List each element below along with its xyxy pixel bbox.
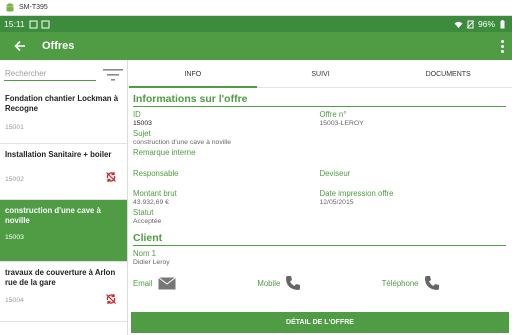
gross-amount-label: Montant brut [133, 189, 177, 198]
search-bar [0, 60, 127, 88]
offer-number: 15001 [5, 124, 24, 131]
no-sim-icon [466, 20, 475, 28]
client-name-label: Nom 1 [133, 249, 156, 258]
offer-number-label: Offre n° [319, 110, 347, 119]
phone-label: Téléphone [381, 278, 419, 288]
tab-info[interactable]: INFO [129, 62, 257, 88]
email-icon[interactable] [157, 276, 176, 290]
phone-icon[interactable] [285, 275, 301, 291]
offer-number: 15003 [5, 234, 24, 241]
id-value: 15003 [133, 120, 152, 127]
notification-icon [41, 20, 50, 28]
offer-number: 15004 [5, 297, 24, 304]
offer-number-value: 15003-LEROY [319, 120, 364, 127]
internal-note-label: Remarque interne [133, 148, 196, 157]
search-input[interactable] [4, 67, 96, 81]
window-title-bar: SM-T395 [0, 0, 512, 16]
notification-icon [29, 20, 38, 28]
status-time: 15:11 [4, 19, 25, 29]
status-bar: 15:11 96% [0, 16, 512, 32]
more-vert-icon [500, 39, 504, 43]
email-label: Email [133, 278, 153, 288]
id-label: ID [133, 110, 141, 119]
offer-name: construction d'une cave à noville [5, 206, 101, 225]
battery-icon [500, 19, 505, 28]
currency-label: Deviseur [319, 169, 351, 178]
offer-number: 15002 [5, 176, 24, 183]
tab-suivi[interactable]: SUIVI [257, 62, 385, 87]
offer-name: Fondation chantier Lockman à Recogne [5, 94, 119, 113]
offer-list-item[interactable]: Installation Sanitaire + boiler 15002 [0, 144, 127, 200]
status-label: Statut [133, 208, 154, 217]
offer-info-heading: Informations sur l'offre [133, 93, 506, 107]
window-title: SM-T395 [19, 4, 48, 11]
gross-amount-value: 43.932,69 € [133, 199, 169, 206]
sync-off-icon [106, 294, 116, 304]
subject-value: construction d'une cave à noville [133, 139, 232, 146]
back-arrow-icon [14, 40, 25, 52]
offer-list-item[interactable]: travaux de couverture à Arlon rue de la … [0, 262, 127, 322]
offer-detail-panel: Informations sur l'offre ID 15003 Offre … [129, 88, 512, 335]
back-button[interactable] [0, 32, 40, 60]
mobile-label: Mobile [257, 278, 281, 288]
phone-icon[interactable] [424, 275, 440, 291]
offer-detail-button[interactable]: DÉTAIL DE L'OFFRE [131, 312, 509, 333]
client-heading: Client [133, 232, 506, 246]
client-name-value: Didier Leroy [133, 259, 170, 266]
filter-icon[interactable] [103, 68, 123, 82]
status-value: Acceptée [133, 218, 162, 225]
sync-off-icon [106, 172, 116, 182]
android-icon [6, 2, 14, 11]
wifi-icon [454, 21, 463, 28]
more-options-button[interactable] [492, 32, 512, 60]
manager-label: Responsable [133, 169, 179, 178]
detail-tabs: INFO SUIVI DOCUMENTS [129, 62, 512, 88]
app-bar: Offres [0, 32, 512, 60]
print-date-value: 12/05/2015 [319, 199, 354, 206]
page-title: Offres [42, 40, 75, 52]
offers-list-panel: Fondation chantier Lockman à Recogne 150… [0, 60, 128, 335]
battery-percent: 96% [477, 19, 495, 29]
subject-label: Sujet [133, 129, 151, 138]
tab-documents[interactable]: DOCUMENTS [384, 62, 512, 87]
offer-name: travaux de couverture à Arlon rue de la … [5, 268, 116, 287]
print-date-label: Date impression offre [319, 189, 394, 198]
offer-name: Installation Sanitaire + boiler [5, 150, 112, 159]
offer-list-item-selected[interactable]: construction d'une cave à noville 15003 [0, 200, 127, 262]
offer-list-item[interactable]: Fondation chantier Lockman à Recogne 150… [0, 88, 127, 144]
